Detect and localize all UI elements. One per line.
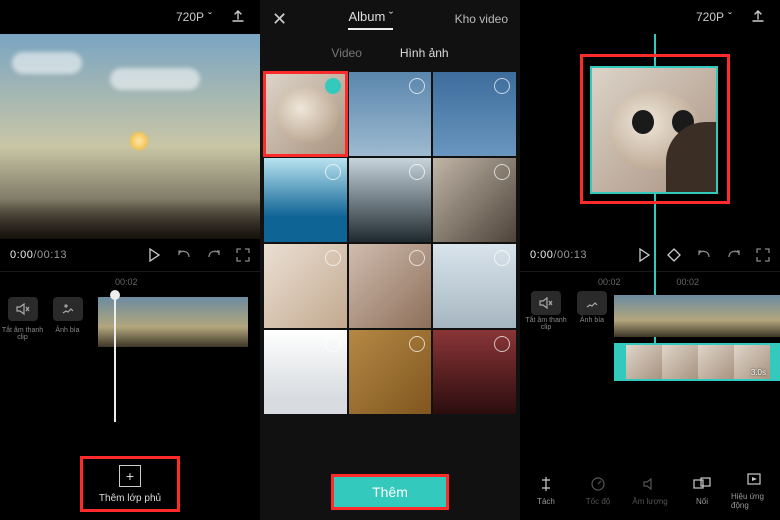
- play-icon[interactable]: [636, 247, 652, 263]
- tab-image[interactable]: Hình ảnh: [400, 46, 449, 60]
- chevron-down-icon: ˇ: [208, 10, 212, 24]
- preview-canvas[interactable]: [520, 34, 780, 239]
- export-icon[interactable]: [750, 9, 766, 25]
- add-overlay-button[interactable]: + Thêm lớp phủ: [80, 456, 180, 512]
- stock-video-link[interactable]: Kho video: [455, 12, 508, 26]
- media-item[interactable]: [264, 244, 347, 328]
- split-button[interactable]: Tách: [523, 475, 569, 506]
- clip-thumbnail[interactable]: [614, 295, 656, 337]
- media-item[interactable]: [264, 158, 347, 242]
- main-track[interactable]: [614, 295, 780, 337]
- animation-button[interactable]: Hiệu ứng động: [731, 470, 777, 510]
- undo-icon[interactable]: [696, 247, 712, 263]
- timeline-ruler[interactable]: 00:02: [0, 271, 260, 291]
- clip-handle-right[interactable]: [770, 345, 780, 379]
- export-icon[interactable]: [230, 9, 246, 25]
- overlay-button[interactable]: Nối: [679, 475, 725, 506]
- fullscreen-icon[interactable]: [236, 248, 250, 262]
- time-display: 0:00/00:13: [10, 249, 67, 261]
- clip-thumbnail[interactable]: [740, 295, 780, 337]
- media-item[interactable]: [349, 330, 432, 414]
- bottom-toolbar: Tách Tốc độ Âm lượng Nối Hiệu ứng động: [520, 460, 780, 520]
- media-item[interactable]: [433, 330, 516, 414]
- speed-button[interactable]: Tốc độ: [575, 475, 621, 506]
- tab-video[interactable]: Video: [331, 46, 361, 60]
- redo-icon[interactable]: [726, 247, 742, 263]
- preview-canvas[interactable]: [0, 34, 260, 239]
- clip-thumbnail[interactable]: [198, 297, 248, 347]
- timeline-track[interactable]: [98, 297, 248, 347]
- media-item[interactable]: [433, 244, 516, 328]
- media-item[interactable]: [349, 244, 432, 328]
- mute-clip-button[interactable]: Tắt âm thanh clip: [524, 291, 568, 331]
- select-indicator: [325, 78, 341, 94]
- media-item[interactable]: [349, 72, 432, 156]
- close-icon[interactable]: ✕: [272, 9, 287, 30]
- media-item[interactable]: [433, 72, 516, 156]
- clip-handle-left[interactable]: [616, 345, 626, 379]
- undo-icon[interactable]: [176, 247, 192, 263]
- album-dropdown[interactable]: Album ˇ: [317, 9, 425, 30]
- media-item[interactable]: [264, 72, 347, 156]
- add-button[interactable]: Thêm: [331, 474, 449, 510]
- media-grid: [260, 68, 520, 418]
- media-item[interactable]: [349, 158, 432, 242]
- clip-duration: 3.0s: [751, 368, 766, 377]
- resolution-selector[interactable]: 720Pˇ: [696, 10, 732, 24]
- plus-icon: +: [119, 465, 141, 487]
- volume-button[interactable]: Âm lượng: [627, 475, 673, 506]
- keyframe-icon[interactable]: [666, 247, 682, 263]
- clip-thumbnail[interactable]: [98, 297, 148, 347]
- overlay-clip[interactable]: [590, 66, 718, 194]
- chevron-down-icon: ˇ: [389, 9, 393, 24]
- timeline-ruler[interactable]: 00:02 00:02: [520, 271, 780, 291]
- play-icon[interactable]: [146, 247, 162, 263]
- clip-thumbnail[interactable]: [148, 297, 198, 347]
- media-item[interactable]: [264, 330, 347, 414]
- fullscreen-icon[interactable]: [756, 248, 770, 262]
- redo-icon[interactable]: [206, 247, 222, 263]
- mute-clip-button[interactable]: Tắt âm thanh clip: [0, 297, 45, 341]
- media-item[interactable]: [433, 158, 516, 242]
- time-display: 0:00/00:13: [530, 249, 587, 261]
- cover-button[interactable]: Ảnh bìa: [45, 297, 90, 334]
- playhead[interactable]: [114, 292, 116, 422]
- overlay-track-clip[interactable]: 3.0s: [614, 343, 780, 381]
- resolution-selector[interactable]: 720Pˇ: [176, 10, 212, 24]
- clip-thumbnail[interactable]: [656, 295, 698, 337]
- chevron-down-icon: ˇ: [728, 10, 732, 24]
- cover-button[interactable]: Ảnh bìa: [570, 291, 614, 331]
- clip-thumbnail[interactable]: [698, 295, 740, 337]
